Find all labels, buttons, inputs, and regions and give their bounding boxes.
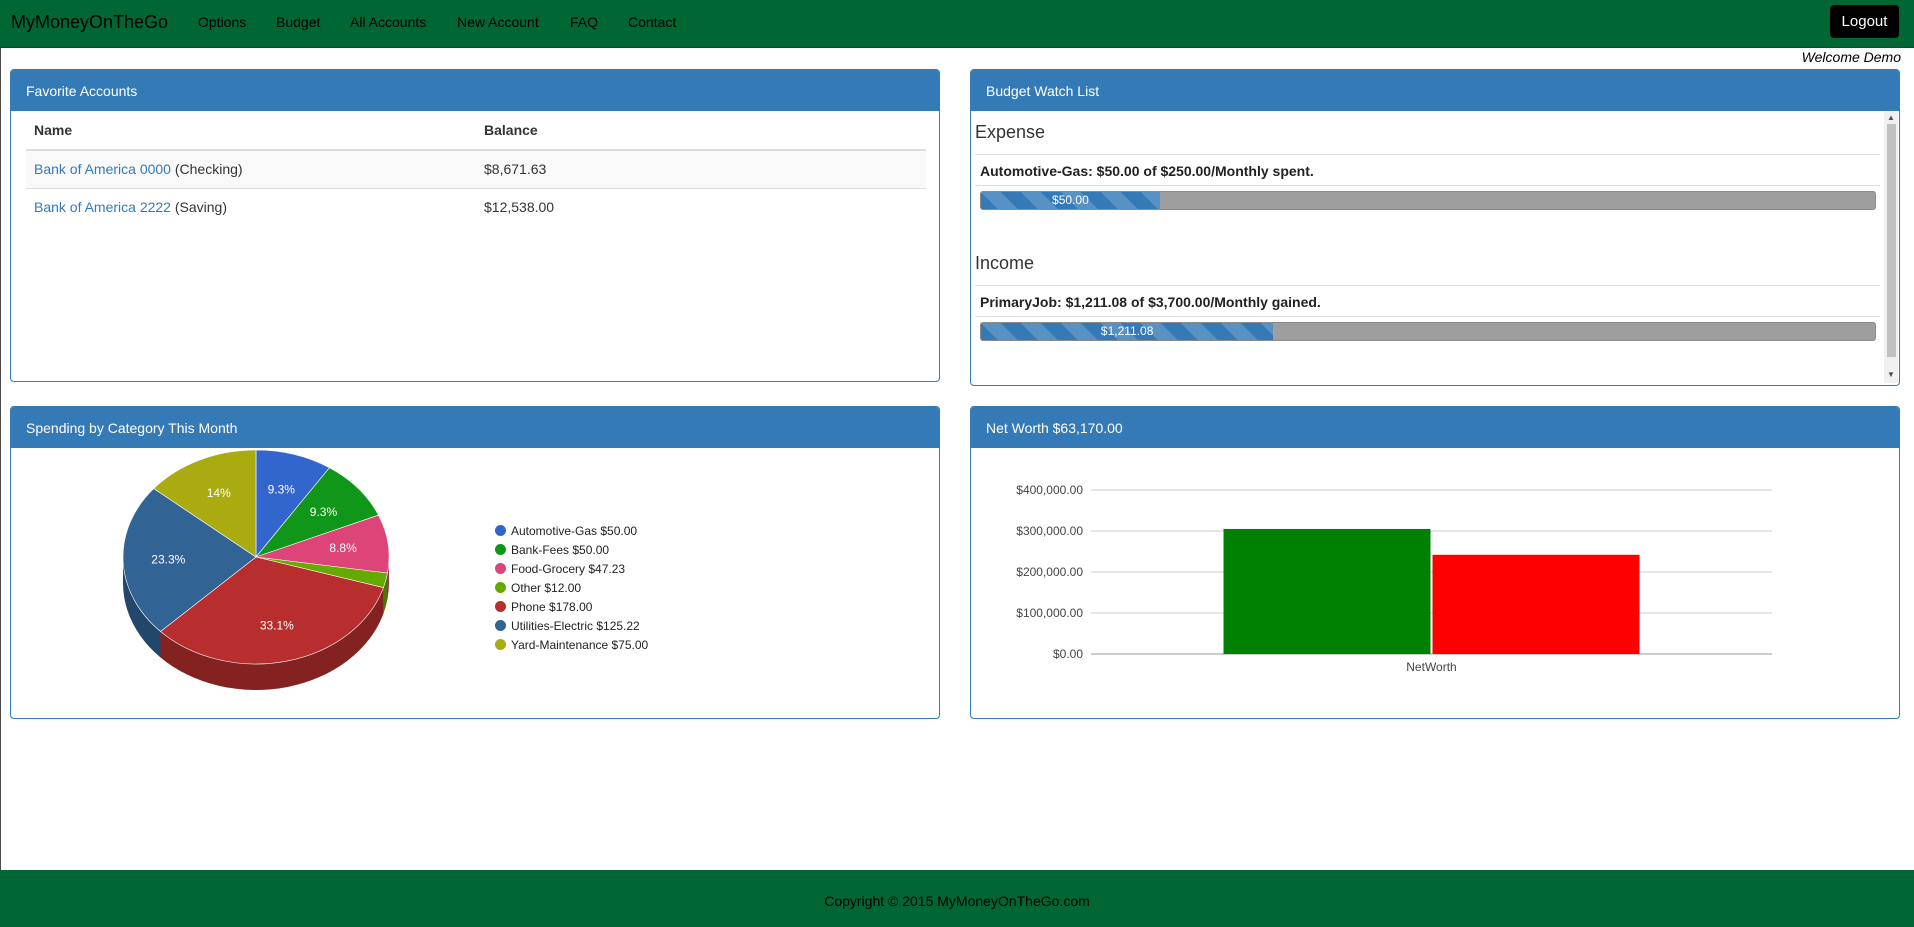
- nav-all-accounts[interactable]: All Accounts: [350, 14, 426, 30]
- pie-pct-label: 23.3%: [151, 553, 185, 567]
- legend-label: Other $12.00: [511, 581, 582, 595]
- legend-item: Bank-Fees $50.00: [495, 543, 609, 557]
- legend-swatch: [495, 639, 506, 650]
- bar: [1432, 554, 1640, 654]
- column-header-name: Name: [26, 111, 476, 151]
- page-footer: Copyright © 2015 MyMoneyOnTheGo.com: [0, 870, 1914, 927]
- expense-heading: Expense: [975, 122, 1046, 142]
- panel-title: Spending by Category This Month: [11, 407, 939, 448]
- pie-pct-label: 33.1%: [260, 619, 294, 633]
- budget-scrollbar[interactable]: ▲ ▼: [1884, 111, 1898, 383]
- expense-progress: $50.00: [980, 191, 1876, 210]
- y-tick-label: $300,000.00: [1016, 524, 1083, 538]
- legend-label: Yard-Maintenance $75.00: [511, 638, 649, 652]
- legend-swatch: [495, 620, 506, 631]
- table-row: Bank of America 0000 (Checking) $8,671.6…: [26, 149, 926, 188]
- legend-swatch: [495, 601, 506, 612]
- panel-title: Net Worth $63,170.00: [971, 407, 1899, 448]
- brand-link[interactable]: MyMoneyOnTheGo: [11, 12, 168, 33]
- panel-title: Favorite Accounts: [11, 70, 939, 111]
- legend-label: Utilities-Electric $125.22: [511, 619, 640, 633]
- spending-pie-chart: 9.3% 9.3% 8.8% 33.1% 23.3% 14%: [122, 449, 390, 690]
- income-heading: Income: [975, 253, 1035, 273]
- nav-budget[interactable]: Budget: [276, 14, 320, 30]
- column-header-balance: Balance: [476, 111, 926, 151]
- account-type: (Checking): [174, 161, 243, 178]
- nav-contact[interactable]: Contact: [628, 14, 676, 30]
- budget-list: Expense Automotive-Gas: $50.00 of $250.0…: [971, 111, 1899, 383]
- y-tick-label: $100,000.00: [1016, 606, 1083, 620]
- account-type: (Saving): [174, 199, 228, 216]
- legend-swatch: [495, 544, 506, 555]
- welcome-message: Welcome Demo: [1801, 49, 1901, 65]
- pie-pct-label: 9.3%: [310, 505, 338, 519]
- income-progress: $1,211.08: [980, 322, 1876, 341]
- pie-pct-label: 14%: [207, 486, 231, 500]
- income-item: PrimaryJob: $1,211.08 of $3,700.00/Month…: [975, 285, 1880, 317]
- window-frame: [0, 0, 1, 927]
- income-progress-bar: $1,211.08: [981, 323, 1274, 340]
- legend-label: Phone $178.00: [511, 600, 593, 614]
- account-link[interactable]: Bank of America 0000: [34, 161, 171, 177]
- top-navbar: MyMoneyOnTheGo Options Budget All Accoun…: [0, 0, 1914, 48]
- spending-panel: Spending by Category This Month 9.3% 9.3%…: [10, 406, 940, 719]
- account-link[interactable]: Bank of America 2222: [34, 199, 171, 215]
- legend-label: Bank-Fees $50.00: [511, 543, 610, 557]
- nav-new-account[interactable]: New Account: [457, 14, 539, 30]
- account-balance: $8,671.63: [476, 149, 926, 188]
- legend-swatch: [495, 582, 506, 593]
- legend-swatch: [495, 525, 506, 536]
- scroll-thumb[interactable]: [1887, 124, 1896, 357]
- nav-faq[interactable]: FAQ: [570, 14, 598, 30]
- scroll-down-icon[interactable]: ▼: [1887, 370, 1895, 379]
- y-tick-label: $400,000.00: [1016, 483, 1083, 497]
- accounts-table: Name Balance Bank of America 0000 (Check…: [26, 111, 926, 226]
- panel-title: Budget Watch List: [971, 70, 1899, 111]
- y-tick-label: $0.00: [1053, 647, 1083, 661]
- favorite-accounts-panel: Favorite Accounts Name Balance Bank of A…: [10, 69, 940, 382]
- legend-item: Automotive-Gas $50.00: [495, 524, 637, 538]
- pie-pct-label: 8.8%: [329, 541, 357, 555]
- legend-item: Food-Grocery $47.23: [495, 562, 625, 576]
- y-tick-label: $200,000.00: [1016, 565, 1083, 579]
- scroll-up-icon[interactable]: ▲: [1887, 113, 1895, 122]
- logout-button[interactable]: Logout: [1830, 5, 1899, 38]
- table-row: Bank of America 2222 (Saving) $12,538.00: [26, 187, 926, 226]
- x-category-label: NetWorth: [1406, 660, 1456, 674]
- account-balance: $12,538.00: [476, 187, 926, 226]
- legend-item: Other $12.00: [495, 581, 581, 595]
- expense-item: Automotive-Gas: $50.00 of $250.00/Monthl…: [975, 154, 1880, 186]
- legend-item: Utilities-Electric $125.22: [495, 619, 640, 633]
- bar: [1223, 528, 1431, 654]
- networth-panel: Net Worth $63,170.00 $0.00 $100,000.00 $20…: [970, 406, 1900, 719]
- nav-options[interactable]: Options: [198, 14, 246, 30]
- networth-bar-chart: $0.00 $100,000.00 $200,000.00 $300,000.00 $4…: [1016, 483, 1772, 674]
- expense-progress-bar: $50.00: [981, 192, 1160, 209]
- legend-swatch: [495, 563, 506, 574]
- copyright-text: Copyright © 2015 MyMoneyOnTheGo.com: [824, 893, 1090, 909]
- budget-watch-panel: Budget Watch List Expense Automotive-Gas…: [970, 69, 1900, 386]
- legend-item: Yard-Maintenance $75.00: [495, 638, 648, 652]
- legend-label: Automotive-Gas $50.00: [511, 524, 638, 538]
- legend-item: Phone $178.00: [495, 600, 592, 614]
- pie-pct-label: 9.3%: [268, 482, 296, 496]
- legend-label: Food-Grocery $47.23: [511, 562, 626, 576]
